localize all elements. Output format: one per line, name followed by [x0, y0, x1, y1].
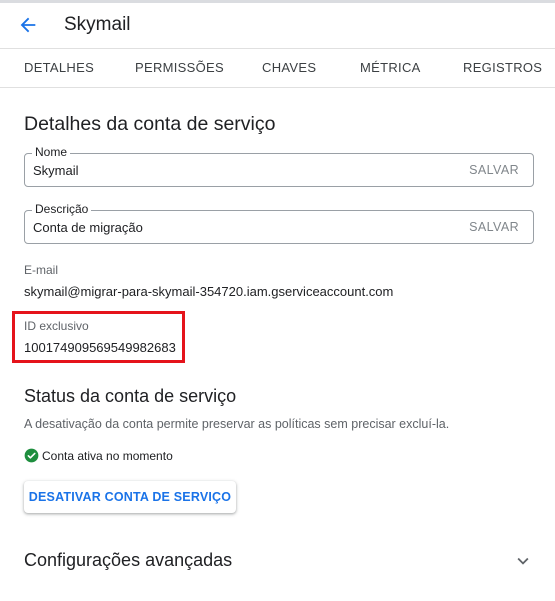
- name-field: Nome Skymail SALVAR: [24, 145, 534, 187]
- email-label: E-mail: [24, 263, 59, 277]
- save-description-button[interactable]: SALVAR: [469, 220, 519, 234]
- tab-permissions[interactable]: PERMISSÕES: [135, 60, 224, 75]
- email-value: skymail@migrar-para-skymail-354720.iam.g…: [24, 284, 394, 299]
- arrow-back-icon[interactable]: [17, 14, 39, 36]
- tab-metrics[interactable]: MÉTRICA: [360, 60, 421, 75]
- details-heading: Detalhes da conta de serviço: [24, 113, 276, 135]
- disable-account-button[interactable]: DESATIVAR CONTA DE SERVIÇO: [24, 481, 236, 513]
- tab-logs[interactable]: REGISTROS: [463, 60, 542, 75]
- chevron-down-icon[interactable]: [512, 550, 534, 572]
- check-circle-icon: [24, 448, 39, 466]
- unique-id-label: ID exclusivo: [24, 319, 89, 333]
- save-name-button[interactable]: SALVAR: [469, 163, 519, 177]
- description-field: Descrição Conta de migração SALVAR: [24, 202, 534, 244]
- description-input[interactable]: Conta de migração: [33, 220, 453, 235]
- name-field-label: Nome: [32, 145, 71, 159]
- status-heading: Status da conta de serviço: [24, 386, 237, 406]
- description-field-label: Descrição: [32, 202, 92, 216]
- advanced-settings-heading[interactable]: Configurações avançadas: [24, 550, 232, 571]
- tab-keys[interactable]: CHAVES: [262, 60, 316, 75]
- disable-account-button-label: DESATIVAR CONTA DE SERVIÇO: [28, 490, 232, 504]
- name-input[interactable]: Skymail: [33, 163, 453, 178]
- status-description: A desativação da conta permite preservar…: [24, 417, 450, 431]
- unique-id-value: 100174909569549982683: [24, 340, 176, 355]
- tab-bar: DETALHES PERMISSÕES CHAVES MÉTRICA REGIS…: [0, 48, 555, 88]
- page-header: Skymail: [0, 3, 555, 48]
- tab-details[interactable]: DETALHES: [24, 60, 94, 75]
- page-title: Skymail: [64, 14, 131, 35]
- status-text: Conta ativa no momento: [42, 449, 173, 463]
